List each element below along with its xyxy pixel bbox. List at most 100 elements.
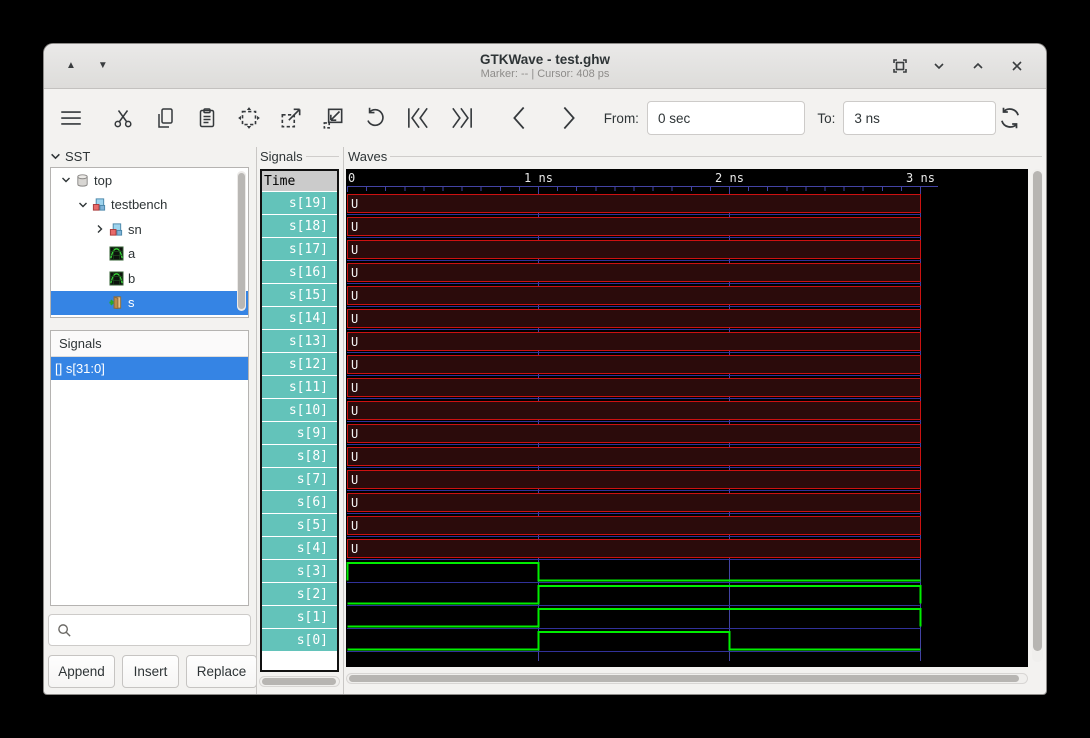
- signal-name-cell[interactable]: s[4]: [262, 537, 337, 560]
- cut-icon: [114, 110, 132, 128]
- svg-text:U: U: [351, 266, 358, 280]
- signal-names-pane: Signals Time s[19] s[18] s[17] s[16] s[15] s[…: [256, 147, 343, 694]
- port-icon: [109, 296, 122, 310]
- svg-text:1 ns: 1 ns: [524, 171, 553, 185]
- svg-text:U: U: [351, 450, 358, 464]
- svg-text:U: U: [351, 197, 358, 211]
- svg-text:U: U: [351, 358, 358, 372]
- skip-to-start-button[interactable]: [404, 99, 432, 137]
- chevron-up-icon: [973, 62, 983, 69]
- signal-name-cell[interactable]: s[11]: [262, 376, 337, 399]
- chevron-down-icon: [51, 153, 60, 160]
- signal-name-cell[interactable]: s[13]: [262, 330, 337, 353]
- signal-name-cell[interactable]: s[3]: [262, 560, 337, 583]
- menu-button[interactable]: [58, 99, 84, 137]
- signal-name-cell[interactable]: s[14]: [262, 307, 337, 330]
- svg-text:U: U: [351, 220, 358, 234]
- signal-name-cell[interactable]: s[1]: [262, 606, 337, 629]
- paste-button[interactable]: [194, 99, 220, 137]
- fullscreen-icon: [893, 59, 907, 73]
- pan-up-button[interactable]: ▲: [66, 61, 76, 71]
- signal-name-cell[interactable]: s[0]: [262, 629, 337, 652]
- tree-scrollbar[interactable]: [237, 171, 246, 311]
- waves-frame-label: Waves: [348, 148, 388, 164]
- signal-name-cell[interactable]: s[15]: [262, 284, 337, 307]
- tree-expander[interactable]: [59, 175, 73, 185]
- from-time-input[interactable]: 0 sec: [646, 101, 806, 135]
- sst-expander[interactable]: SST: [44, 147, 256, 166]
- waves-hscrollbar[interactable]: [346, 673, 1028, 684]
- tree-item-label: top: [94, 172, 113, 188]
- append-button[interactable]: Append: [48, 655, 115, 688]
- cut-button[interactable]: [110, 99, 136, 137]
- names-hscrollbar[interactable]: [259, 676, 340, 687]
- zoom-out-button[interactable]: [320, 99, 346, 137]
- svg-text:U: U: [351, 542, 358, 556]
- signal-name-cell[interactable]: s[8]: [262, 445, 337, 468]
- tree-item-label: b: [128, 270, 136, 286]
- tree-item-label: testbench: [111, 197, 168, 213]
- signal-name-cell[interactable]: s[10]: [262, 399, 337, 422]
- close-button[interactable]: [1006, 55, 1028, 77]
- svg-text:U: U: [351, 335, 358, 349]
- svg-text:2 ns: 2 ns: [715, 171, 744, 185]
- tree-item-label: a: [128, 246, 136, 262]
- tree-item-s[interactable]: s: [51, 290, 248, 315]
- search-icon: [58, 623, 71, 637]
- sst-signals-header: Signals: [51, 331, 248, 357]
- signal-name-cell[interactable]: s[12]: [262, 353, 337, 376]
- signal-name-cell[interactable]: s[5]: [262, 514, 337, 537]
- content-area: SST top testbench sn a b s Signals [] s[31:0]…: [44, 147, 1046, 694]
- signal-list-item[interactable]: [] s[31:0]: [51, 357, 248, 380]
- maximize-button[interactable]: [967, 55, 989, 77]
- component-icon: [76, 174, 88, 187]
- expander-expanded-icon: [62, 177, 70, 183]
- copy-button[interactable]: [152, 99, 178, 137]
- chevron-down-icon: [934, 63, 944, 70]
- skip-start-icon: [407, 107, 428, 129]
- titlebar: ▲ ▼ GTKWave - test.ghw Marker: -- | Curs…: [44, 44, 1046, 89]
- chevron-left-icon: [512, 106, 525, 130]
- tree-expander[interactable]: [76, 200, 90, 210]
- fullscreen-button[interactable]: [889, 55, 911, 77]
- undo-button[interactable]: [362, 99, 388, 137]
- zoom-in-button[interactable]: [278, 99, 304, 137]
- time-header: Time: [262, 171, 337, 192]
- signal-wave-icon: [108, 246, 124, 261]
- signal-name-cell[interactable]: s[2]: [262, 583, 337, 606]
- signals-frame-label: Signals: [260, 148, 303, 164]
- minimize-button[interactable]: [928, 55, 950, 77]
- tree-item-a[interactable]: a: [51, 242, 248, 267]
- tree-item-testbench[interactable]: testbench: [51, 193, 248, 218]
- sst-tree: top testbench sn a b s: [50, 167, 249, 318]
- signal-name-cell[interactable]: s[6]: [262, 491, 337, 514]
- reload-button[interactable]: [996, 99, 1024, 137]
- signal-name-cell[interactable]: s[9]: [262, 422, 337, 445]
- tree-item-top[interactable]: top: [51, 168, 248, 193]
- insert-button[interactable]: Insert: [122, 655, 179, 688]
- replace-button[interactable]: Replace: [186, 655, 257, 688]
- shift-right-button[interactable]: [556, 99, 582, 137]
- signal-name-cell[interactable]: s[16]: [262, 261, 337, 284]
- signal-name-cell[interactable]: s[17]: [262, 238, 337, 261]
- skip-to-end-button[interactable]: [448, 99, 476, 137]
- tree-item-b[interactable]: b: [51, 266, 248, 291]
- pan-down-button[interactable]: ▼: [98, 61, 108, 71]
- tree-expander[interactable]: [93, 224, 107, 234]
- signal-name-cell[interactable]: s[19]: [262, 192, 337, 215]
- waves-vscrollbar[interactable]: [1032, 169, 1043, 662]
- signal-names-box: Time s[19] s[18] s[17] s[16] s[15] s[14] s[13]…: [260, 169, 339, 672]
- signal-search-input[interactable]: [48, 614, 251, 646]
- signal-name-cell[interactable]: s[7]: [262, 468, 337, 491]
- wave-canvas[interactable]: UUUUUUUUUUUUUUUU01 ns 2 ns 3 ns: [346, 169, 1028, 667]
- svg-text:U: U: [351, 381, 358, 395]
- shift-left-button[interactable]: [506, 99, 532, 137]
- signal-name-cell[interactable]: s[18]: [262, 215, 337, 238]
- to-time-input[interactable]: 3 ns: [843, 101, 997, 135]
- zoom-fit-button[interactable]: [236, 99, 262, 137]
- window-title: GTKWave - test.ghw: [479, 52, 610, 67]
- tree-item-sn[interactable]: sn: [51, 217, 248, 242]
- to-label: To:: [817, 110, 836, 126]
- undo-icon: [367, 107, 384, 127]
- zoom-out-icon: [323, 108, 343, 129]
